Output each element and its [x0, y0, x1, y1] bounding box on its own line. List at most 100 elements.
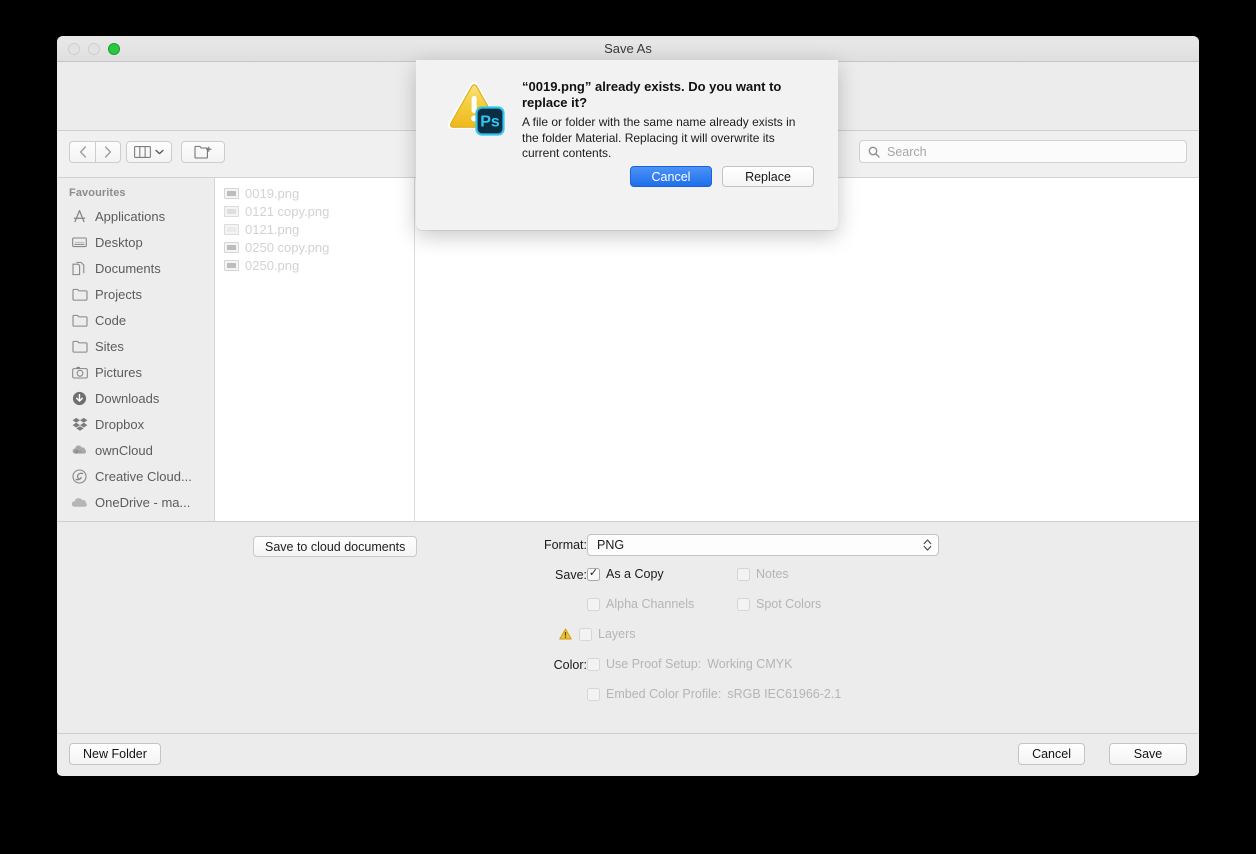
stepper-icon [923, 538, 932, 552]
sidebar-item-label: Sites [95, 338, 124, 354]
search-input[interactable] [885, 143, 1178, 160]
format-select[interactable]: PNG [587, 534, 939, 556]
checkmark-icon: ✓ [588, 567, 599, 579]
new-folder-button[interactable]: New Folder [69, 743, 161, 765]
file-name: 0019.png [245, 185, 300, 201]
sidebar-item-label: Documents [95, 260, 161, 276]
image-file-icon [224, 205, 239, 217]
checkbox-label: Layers [598, 627, 636, 641]
file-name: 0250.png [245, 257, 300, 273]
search-icon [868, 146, 880, 158]
folder-icon [71, 312, 88, 328]
photoshop-warning-icon: Ps [444, 79, 506, 137]
toolbar-new-folder-button[interactable] [181, 141, 225, 163]
proof-setup-value: Working CMYK [707, 657, 793, 671]
sidebar-item-sites[interactable]: Sites [57, 333, 214, 359]
owncloud-icon [71, 442, 88, 458]
checkbox-box [587, 597, 600, 611]
sidebar-item-documents[interactable]: Documents [57, 255, 214, 281]
list-item[interactable]: 0019.png [215, 184, 414, 202]
sidebar-item-label: OneDrive - ma... [95, 494, 191, 510]
back-button[interactable] [69, 141, 95, 163]
sidebar-item-owncloud[interactable]: ownCloud [57, 437, 214, 463]
cancel-button[interactable]: Cancel [1018, 743, 1085, 765]
sidebar-item-projects[interactable]: Projects [57, 281, 214, 307]
chevron-right-icon [104, 146, 112, 158]
save-label: Save: [555, 568, 587, 582]
folder-icon [71, 338, 88, 354]
window-titlebar: Save As [57, 36, 1199, 62]
checkbox-use-proof-setup: Use Proof Setup: Working CMYK [587, 657, 792, 671]
warning-triangle-icon [559, 628, 572, 640]
sidebar-item-label: ownCloud [95, 442, 153, 458]
chevron-down-icon [155, 149, 164, 155]
alert-cancel-button[interactable]: Cancel [630, 166, 712, 187]
pictures-icon [71, 364, 88, 380]
sidebar-item-desktop[interactable]: Desktop [57, 229, 214, 255]
alert-body-text: A file or folder with the same name alre… [522, 115, 796, 160]
list-item[interactable]: 0250 copy.png [215, 238, 414, 256]
downloads-icon [71, 390, 88, 406]
checkbox-box [737, 567, 750, 581]
checkbox-label: Notes [756, 567, 789, 581]
color-label: Color: [553, 658, 587, 672]
sidebar-item-pictures[interactable]: Pictures [57, 359, 214, 385]
checkbox-notes: Notes [737, 567, 789, 581]
file-list-column: 0019.png 0121 copy.png 0121.png 0250 cop… [215, 178, 415, 521]
column-view-button[interactable] [126, 141, 172, 163]
checkbox-as-a-copy[interactable]: ✓ As a Copy [587, 567, 664, 581]
nav-button-group [69, 141, 121, 163]
alert-headline: “0019.png” already exists. Do you want t… [522, 79, 782, 110]
file-name: 0250 copy.png [245, 239, 330, 255]
checkbox-box [579, 627, 592, 641]
save-button[interactable]: Save [1109, 743, 1187, 765]
onedrive-icon [71, 494, 88, 510]
sidebar-item-label: Projects [95, 286, 142, 302]
creative-cloud-icon [71, 468, 88, 484]
sidebar: Favourites Applications Desktop Document… [57, 178, 215, 521]
search-field[interactable] [859, 140, 1187, 163]
sidebar-item-label: Dropbox [95, 416, 145, 432]
chevron-left-icon [79, 146, 86, 158]
file-name: 0121.png [245, 221, 300, 237]
sidebar-item-label: Desktop [95, 234, 143, 250]
save-to-cloud-documents-button[interactable]: Save to cloud documents [253, 536, 418, 557]
checkbox-label: Embed Color Profile: [606, 687, 722, 701]
sidebar-item-label: Pictures [95, 364, 142, 380]
svg-text:Ps: Ps [480, 114, 500, 131]
sidebar-item-dropbox[interactable]: Dropbox [57, 411, 214, 437]
sidebar-item-onedrive[interactable]: OneDrive - ma... [57, 489, 214, 515]
new-folder-group [181, 141, 225, 163]
image-file-icon [224, 259, 239, 271]
window-title: Save As [604, 41, 652, 56]
list-item[interactable]: 0121.png [215, 220, 414, 238]
sidebar-item-code[interactable]: Code [57, 307, 214, 333]
documents-icon [71, 260, 88, 276]
sidebar-item-label: Applications [95, 208, 166, 224]
image-file-icon [224, 187, 239, 199]
checkbox-spot-colors: Spot Colors [737, 597, 821, 611]
sidebar-item-applications[interactable]: Applications [57, 203, 214, 229]
dialog-bottom-bar: New Folder Cancel Save [57, 734, 1199, 775]
folder-icon [71, 286, 88, 302]
checkbox-label: Alpha Channels [606, 597, 695, 611]
replace-file-alert-sheet: Ps “0019.png” already exists. Do you wan… [416, 60, 838, 230]
checkbox-label: As a Copy [606, 567, 664, 581]
list-item[interactable]: 0250.png [215, 256, 414, 274]
checkbox-layers: Layers [559, 627, 636, 641]
applications-icon [71, 208, 88, 224]
sidebar-item-label: Code [95, 312, 127, 328]
format-value: PNG [597, 538, 625, 552]
checkbox-label: Spot Colors [756, 597, 822, 611]
alert-replace-button[interactable]: Replace [722, 166, 814, 187]
save-as-window: Save As Search Favourites Applications D… [57, 36, 1199, 776]
view-mode-group [126, 141, 172, 163]
forward-button[interactable] [95, 141, 121, 163]
sidebar-item-downloads[interactable]: Downloads [57, 385, 214, 411]
checkbox-box [737, 597, 750, 611]
checkbox-box [587, 687, 600, 701]
list-item[interactable]: 0121 copy.png [215, 202, 414, 220]
column-view-icon [134, 146, 151, 158]
save-options-panel: Save to cloud documents Format: PNG Save… [57, 522, 1199, 734]
sidebar-item-creative-cloud[interactable]: Creative Cloud... [57, 463, 214, 489]
